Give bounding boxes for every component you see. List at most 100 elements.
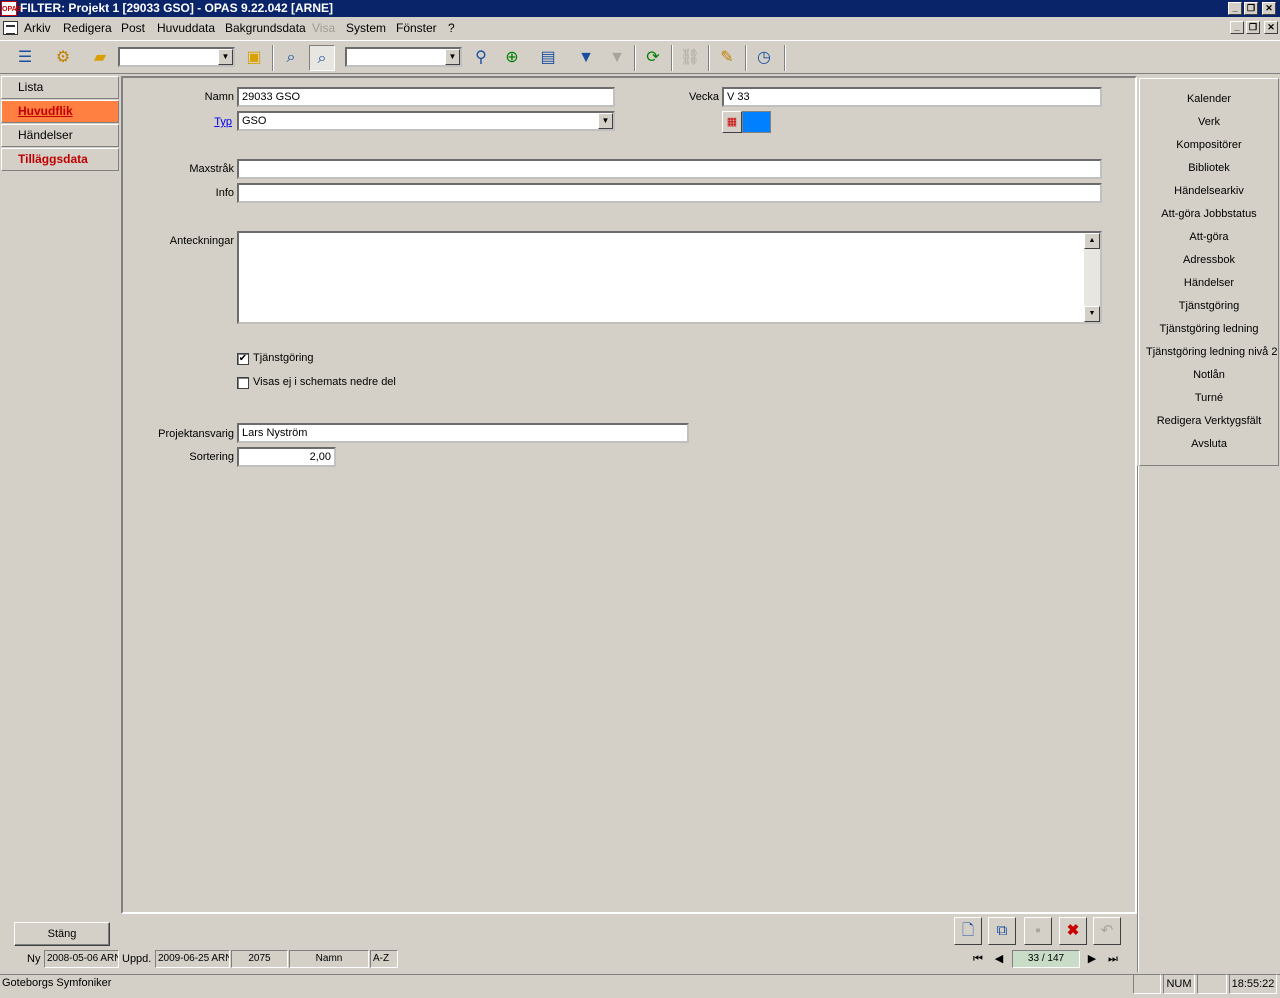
search-pressed-icon[interactable]: ⌕	[309, 45, 335, 71]
typ-select[interactable]: GSO ▼	[237, 111, 615, 131]
settings-gear-icon[interactable]: ⚙	[50, 45, 76, 71]
toolbar-separator	[708, 45, 710, 71]
tab-tillaggsdata[interactable]: Tilläggsdata	[1, 148, 119, 171]
uppd-label: Uppd.	[122, 953, 152, 965]
tab-lista[interactable]: Lista	[1, 76, 119, 99]
chevron-down-icon[interactable]: ▼	[218, 49, 233, 65]
filter-select-combo[interactable]: ▼	[345, 47, 462, 67]
chevron-down-icon[interactable]: ▼	[598, 113, 613, 129]
filter-icon[interactable]: ▼	[573, 45, 599, 71]
save-record-icon[interactable]: ▪	[1024, 917, 1052, 945]
close-icon[interactable]: ✕	[1262, 2, 1276, 15]
menu-system[interactable]: System	[346, 21, 386, 35]
nav-notlan[interactable]: Notlån	[1140, 369, 1278, 381]
refresh-icon[interactable]: ⟳	[640, 45, 666, 71]
save-folder-icon[interactable]: ▣	[241, 45, 267, 71]
status-bar: Goteborgs Symfoniker	[0, 974, 1280, 998]
previous-record-icon[interactable]: ◀	[990, 951, 1008, 969]
preview-icon[interactable]: ▤	[535, 45, 561, 71]
nav-tjanstgoring[interactable]: Tjänstgöring	[1140, 300, 1278, 312]
status-panel-empty	[1197, 974, 1227, 994]
document-menu-icon[interactable]	[3, 21, 18, 35]
vecka-field[interactable]: V 33	[722, 87, 1102, 107]
anteckningar-textarea[interactable]: ▲ ▼	[237, 231, 1102, 324]
quick-select-combo[interactable]: ▼	[118, 47, 235, 67]
nav-att-gora[interactable]: Att-göra	[1140, 231, 1278, 243]
nav-kompositorer[interactable]: Kompositörer	[1140, 139, 1278, 151]
nav-bibliotek[interactable]: Bibliotek	[1140, 162, 1278, 174]
restore-icon[interactable]: ❐	[1244, 2, 1258, 15]
menu-fonster[interactable]: Fönster	[396, 21, 437, 35]
clock-display: 18:55:22	[1229, 974, 1277, 994]
undo-icon[interactable]: ↶	[1093, 917, 1121, 945]
mdi-close-icon[interactable]: ✕	[1264, 21, 1278, 34]
nav-kalender[interactable]: Kalender	[1140, 93, 1278, 105]
menu-huvuddata[interactable]: Huvuddata	[157, 21, 215, 35]
chevron-down-icon[interactable]: ▼	[445, 49, 460, 65]
delete-record-icon[interactable]: ✖	[1059, 917, 1087, 945]
minimize-icon[interactable]: _	[1228, 2, 1242, 15]
toolbar-separator	[272, 45, 274, 71]
record-id: 2075	[231, 950, 288, 968]
maxstrak-field[interactable]	[237, 159, 1102, 179]
color-palette-icon[interactable]: ▦	[722, 111, 742, 133]
namn-field[interactable]: 29033 GSO	[237, 87, 615, 107]
nav-handelsearkiv[interactable]: Händelsearkiv	[1140, 185, 1278, 197]
toolbar-separator	[634, 45, 636, 71]
nav-verk[interactable]: Verk	[1140, 116, 1278, 128]
edit-icon[interactable]: ✎	[714, 45, 740, 71]
nav-handelser[interactable]: Händelser	[1140, 277, 1278, 289]
mdi-restore-icon[interactable]: ❐	[1246, 21, 1260, 34]
menu-bakgrundsdata[interactable]: Bakgrundsdata	[225, 21, 306, 35]
updated-value: 2009-06-25 ARNE	[155, 950, 230, 968]
sort-order[interactable]: A-Z	[370, 950, 398, 968]
title-bar: OPAS FILTER: Projekt 1 [29033 GSO] - OPA…	[0, 0, 1280, 17]
created-value: 2008-05-06 ARNE	[44, 950, 119, 968]
scroll-up-icon[interactable]: ▲	[1084, 233, 1100, 249]
nav-adressbok[interactable]: Adressbok	[1140, 254, 1278, 266]
copy-record-icon[interactable]: ⧉	[988, 917, 1016, 945]
clock-icon[interactable]: ◷	[751, 45, 777, 71]
link-disabled-icon[interactable]: ⛓	[677, 45, 703, 71]
nav-tjanstgoring-ledning-niva-2[interactable]: Tjänstgöring ledning nivå 2	[1140, 346, 1278, 358]
sort-field[interactable]: Namn	[289, 950, 369, 968]
search-icon[interactable]: ⌕	[278, 45, 304, 71]
close-button[interactable]: Stäng	[14, 922, 110, 946]
namn-label: Namn	[204, 91, 234, 103]
mdi-minimize-icon[interactable]: _	[1230, 21, 1244, 34]
toolbar: ☰ ⚙ ▰ ▼ ▣ ⌕ ⌕ ▼ ⚲ ⊕ ▤ ▼ ▼ ⟳ ⛓ ✎ ◷	[0, 40, 1280, 74]
info-field[interactable]	[237, 183, 1102, 203]
nav-avsluta[interactable]: Avsluta	[1140, 438, 1278, 450]
tab-huvudflik[interactable]: Huvudflik	[1, 100, 119, 123]
filter-disabled-icon[interactable]: ▼	[604, 45, 630, 71]
zoom-plus-icon[interactable]: ⊕	[499, 45, 525, 71]
nav-redigera-verktygsfalt[interactable]: Redigera Verktygsfält	[1140, 415, 1278, 427]
typ-link[interactable]: Typ	[214, 116, 232, 128]
tab-handelser[interactable]: Händelser	[1, 124, 119, 147]
open-folder-icon[interactable]: ▰	[87, 45, 113, 71]
find-icon[interactable]: ⚲	[468, 45, 494, 71]
scroll-down-icon[interactable]: ▼	[1084, 306, 1100, 322]
nav-tjanstgoring-ledning[interactable]: Tjänstgöring ledning	[1140, 323, 1278, 335]
menu-visa[interactable]: Visa	[312, 21, 335, 35]
scrollbar-track[interactable]	[1084, 249, 1100, 306]
nav-turne[interactable]: Turné	[1140, 392, 1278, 404]
visas-ej-checkbox-label: Visas ej i schemats nedre del	[253, 376, 396, 388]
new-record-icon[interactable]: 🗋	[954, 917, 982, 945]
tjanstgoring-checkbox[interactable]: ✔	[237, 353, 249, 365]
menu-arkiv[interactable]: Arkiv	[24, 21, 51, 35]
nav-att-gora-jobbstatus[interactable]: Att-göra Jobbstatus	[1140, 208, 1278, 220]
ny-label: Ny	[27, 953, 41, 965]
sortering-field[interactable]: 2,00	[237, 447, 336, 467]
menu-redigera[interactable]: Redigera	[63, 21, 112, 35]
color-swatch[interactable]	[742, 111, 771, 133]
menu-help[interactable]: ?	[448, 21, 455, 35]
projektansvarig-field[interactable]: Lars Nyström	[237, 423, 689, 443]
form-view-icon[interactable]: ☰	[12, 45, 38, 71]
visas-ej-checkbox[interactable]	[237, 377, 249, 389]
projektansvarig-label: Projektansvarig	[158, 428, 234, 440]
last-record-icon[interactable]: ⏭	[1104, 951, 1122, 969]
first-record-icon[interactable]: ⏮	[969, 951, 987, 969]
next-record-icon[interactable]: ▶	[1083, 951, 1101, 969]
menu-post[interactable]: Post	[121, 21, 145, 35]
